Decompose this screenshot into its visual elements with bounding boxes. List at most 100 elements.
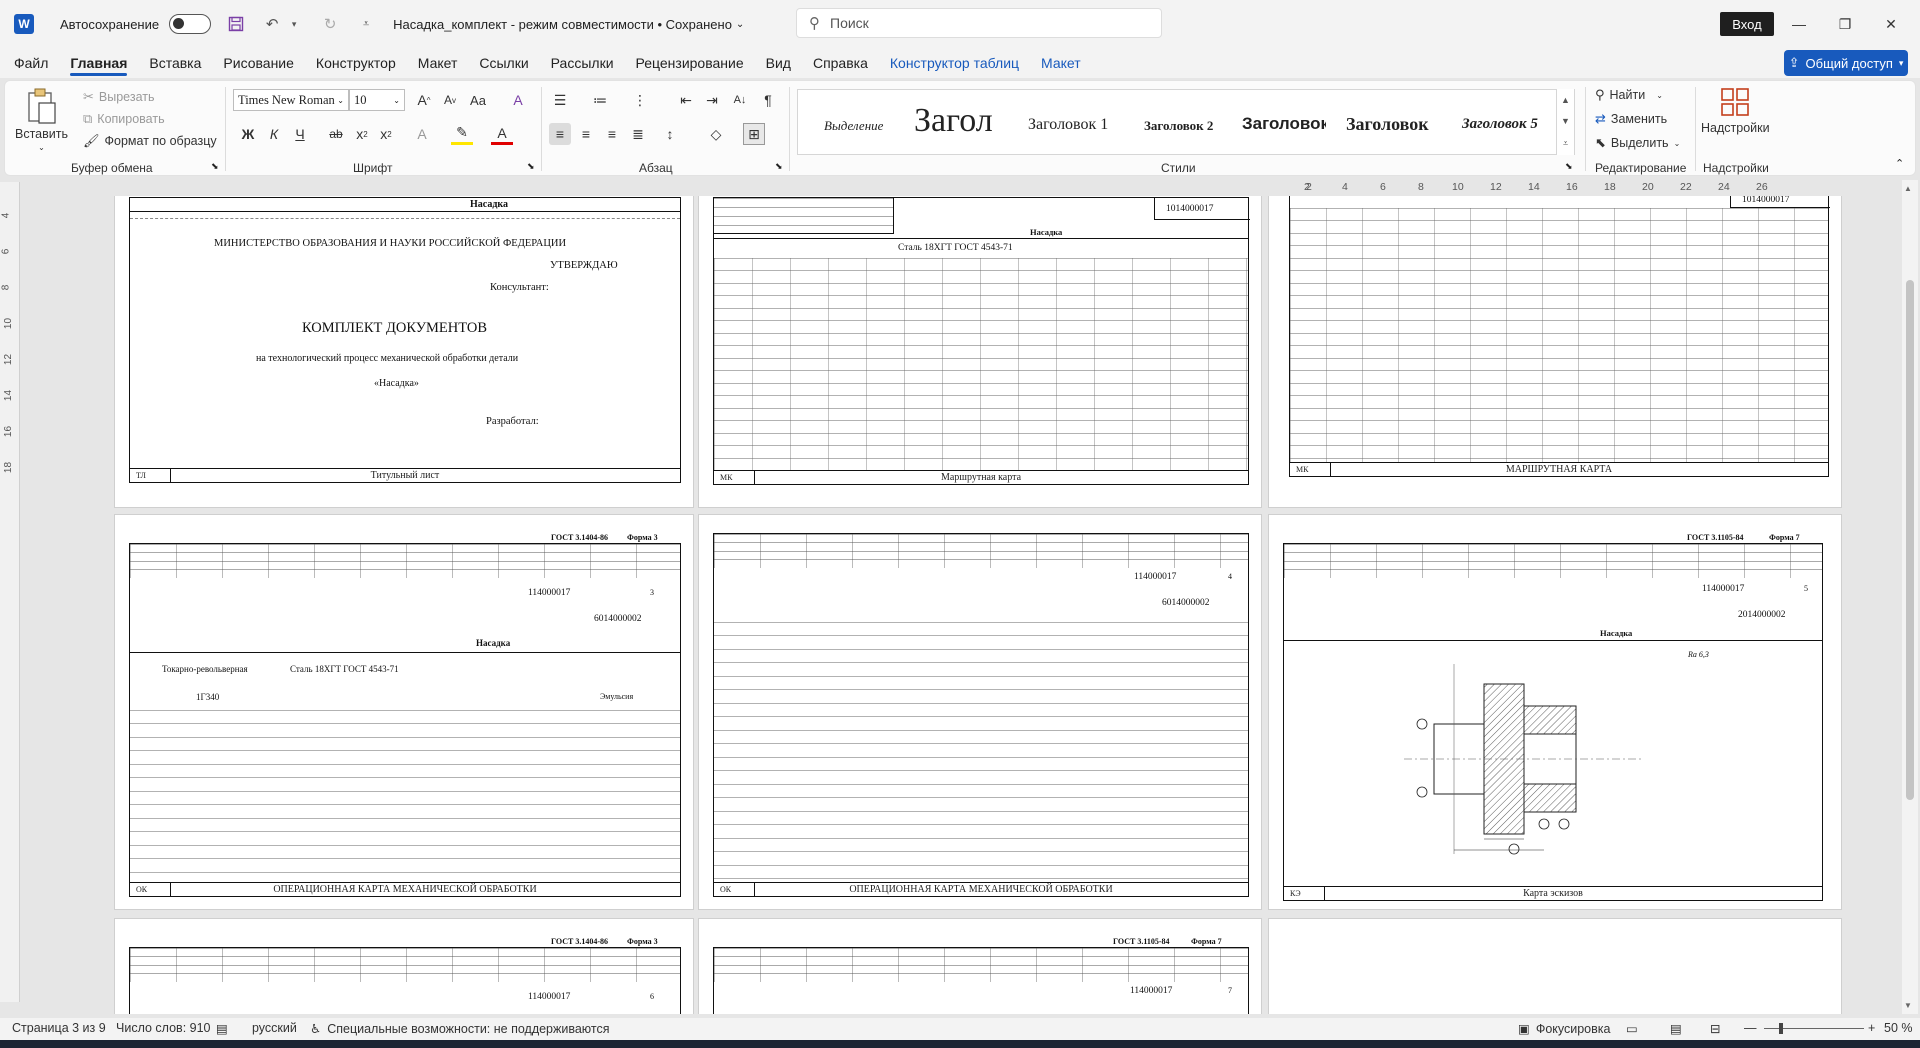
shrink-font-icon[interactable]: Av — [439, 89, 461, 111]
tab-layout[interactable]: Макет — [418, 48, 458, 78]
styles-up-icon[interactable]: ▲ — [1561, 95, 1570, 105]
page-sketch-card[interactable]: ГОСТ 3.1105-84 Форма 7 114000017 5 20140… — [1268, 514, 1842, 910]
tab-mailings[interactable]: Рассылки — [551, 48, 614, 78]
proofing-icon[interactable]: ▤ — [216, 1021, 228, 1036]
find-button[interactable]: ⚲ Найти ⌄ — [1595, 87, 1663, 103]
read-mode-icon[interactable]: ▭ — [1626, 1021, 1638, 1036]
redo-icon[interactable]: ↻ — [319, 13, 341, 35]
format-painter-button[interactable]: 🖌 Формат по образцу — [83, 133, 217, 149]
styles-launcher-icon[interactable]: ⬊ — [1565, 161, 1573, 172]
subscript-icon[interactable]: x2 — [351, 123, 373, 145]
page-route-card[interactable]: 1014000017 Насадка Сталь 18ХГТ ГОСТ 4543… — [698, 196, 1262, 508]
tab-design[interactable]: Конструктор — [316, 48, 396, 78]
highlight-icon[interactable]: ✎ — [451, 123, 473, 145]
align-left-icon[interactable]: ≡ — [549, 123, 571, 145]
numbering-icon[interactable]: ≔ — [589, 89, 611, 111]
undo-icon[interactable]: ↶ — [261, 13, 283, 35]
tab-table-design[interactable]: Конструктор таблиц — [890, 48, 1019, 78]
scroll-down-icon[interactable]: ▼ — [1904, 1001, 1912, 1010]
shading-icon[interactable]: ◇ — [705, 123, 727, 145]
tab-home[interactable]: Главная — [70, 48, 127, 78]
tab-help[interactable]: Справка — [813, 48, 868, 78]
document-canvas[interactable]: Насадка МИНИСТЕРСТВО ОБРАЗОВАНИЯ И НАУКИ… — [20, 196, 1898, 1014]
page-counter[interactable]: Страница 3 из 9 — [12, 1021, 106, 1035]
borders-icon[interactable]: ⊞ — [743, 123, 765, 145]
zoom-level[interactable]: 50 % — [1884, 1021, 1913, 1035]
page-route-card-2[interactable]: 1014000017 МК МАРШРУТНАЯ КАРТА — [1268, 196, 1842, 508]
addins-button[interactable]: Надстройки — [1701, 87, 1770, 135]
print-layout-icon[interactable]: ▤ — [1670, 1021, 1682, 1036]
superscript-icon[interactable]: x2 — [375, 123, 397, 145]
increase-indent-icon[interactable]: ⇥ — [701, 89, 723, 111]
minimize-icon[interactable]: — — [1776, 0, 1822, 48]
select-button[interactable]: ⬉ Выделить ⌄ — [1595, 135, 1680, 151]
autosave-toggle[interactable] — [169, 14, 212, 34]
page-operation-card-2[interactable]: 114000017 4 6014000002 ОК ОПЕРАЦИОННАЯ К… — [698, 514, 1262, 910]
tab-review[interactable]: Рецензирование — [636, 48, 744, 78]
search-input[interactable]: ⚲ Поиск — [796, 8, 1162, 38]
show-marks-icon[interactable]: ¶ — [757, 89, 779, 111]
undo-dropdown-icon[interactable]: ▾ — [283, 13, 305, 35]
sort-icon[interactable]: A↓ — [729, 89, 751, 111]
style-heading-5[interactable]: Заголовок 5 — [1462, 116, 1538, 133]
grow-font-icon[interactable]: A ^ — [413, 89, 435, 111]
page-blank[interactable] — [1268, 918, 1842, 1014]
focus-button[interactable]: ▣ Фокусировка — [1518, 1021, 1610, 1037]
page-operation-card-3[interactable]: ГОСТ 3.1404-86 Форма 3 114000017 6 60140… — [114, 918, 694, 1014]
strikethrough-icon[interactable]: ab — [325, 123, 347, 145]
vertical-scrollbar[interactable]: ▲ ▼ — [1902, 180, 1918, 1014]
bold-icon[interactable]: Ж — [237, 123, 259, 145]
font-size-select[interactable]: 10 ⌄ — [349, 89, 405, 111]
signin-button[interactable]: Вход — [1720, 12, 1774, 36]
align-right-icon[interactable]: ≡ — [601, 123, 623, 145]
tab-insert[interactable]: Вставка — [149, 48, 201, 78]
word-count[interactable]: Число слов: 910 — [116, 1021, 211, 1035]
styles-more-icon[interactable]: ⩡ — [1563, 138, 1568, 149]
restore-icon[interactable]: ❐ — [1822, 0, 1868, 48]
font-name-select[interactable]: Times New Roman ⌄ — [233, 89, 349, 111]
text-effects-icon[interactable]: A — [411, 123, 433, 145]
justify-icon[interactable]: ≣ — [627, 123, 649, 145]
zoom-out-icon[interactable]: — — [1744, 1021, 1757, 1035]
style-heading[interactable]: Заголовок — [1346, 114, 1429, 135]
change-case-icon[interactable]: Aa — [467, 89, 489, 111]
document-title[interactable]: Насадка_комплект - режим совместимости •… — [393, 17, 732, 32]
replace-button[interactable]: ⇄ Заменить — [1595, 111, 1667, 127]
tab-file[interactable]: Файл — [14, 48, 48, 78]
styles-gallery[interactable]: Выделение Загол Заголовок 1 Заголовок 2 … — [797, 89, 1575, 155]
decrease-indent-icon[interactable]: ⇤ — [675, 89, 697, 111]
quick-access-customize-icon[interactable]: ⩡ — [355, 13, 377, 35]
tab-table-layout[interactable]: Макет — [1041, 48, 1081, 78]
italic-icon[interactable]: К — [263, 123, 285, 145]
style-title[interactable]: Загол — [914, 102, 993, 140]
align-center-icon[interactable]: ≡ — [575, 123, 597, 145]
accessibility-status[interactable]: ♿ Специальные возможности: не поддержива… — [310, 1021, 610, 1037]
share-button[interactable]: ⇪ Общий доступ ▾ — [1784, 50, 1908, 76]
style-heading-2[interactable]: Заголовок 2 — [1144, 118, 1213, 134]
zoom-slider[interactable] — [1764, 1023, 1864, 1034]
tab-draw[interactable]: Рисование — [223, 48, 294, 78]
language-indicator[interactable]: русский — [252, 1021, 297, 1035]
page-title-sheet[interactable]: Насадка МИНИСТЕРСТВО ОБРАЗОВАНИЯ И НАУКИ… — [114, 196, 694, 508]
styles-down-icon[interactable]: ▼ — [1561, 116, 1570, 126]
paste-button[interactable]: Вставить ⌄ — [15, 87, 68, 152]
style-emphasis[interactable]: Выделение — [824, 118, 883, 134]
close-icon[interactable]: ✕ — [1868, 0, 1914, 48]
bullets-icon[interactable]: ☰ — [549, 89, 571, 111]
cut-button[interactable]: ✂ Вырезать — [83, 89, 155, 105]
style-heading-3[interactable]: Заголовок 3 — [1242, 114, 1326, 134]
clipboard-launcher-icon[interactable]: ⬊ — [211, 161, 219, 172]
zoom-slider-thumb[interactable] — [1779, 1023, 1783, 1034]
page-sketch-card-2[interactable]: ГОСТ 3.1105-84 Форма 7 114000017 7 — [698, 918, 1262, 1014]
paragraph-launcher-icon[interactable]: ⬊ — [775, 161, 783, 172]
line-spacing-icon[interactable]: ↕ — [659, 123, 681, 145]
title-chevron-down-icon[interactable]: ⌄ — [736, 19, 744, 30]
zoom-in-icon[interactable]: + — [1868, 1021, 1875, 1035]
tab-references[interactable]: Ссылки — [479, 48, 528, 78]
scroll-up-icon[interactable]: ▲ — [1904, 184, 1912, 193]
horizontal-ruler[interactable]: 2 2 4 6 8 10 12 14 16 18 20 22 24 26 — [1264, 180, 1904, 196]
tab-view[interactable]: Вид — [766, 48, 791, 78]
save-icon[interactable] — [225, 13, 247, 35]
vertical-ruler[interactable]: 4 6 8 10 12 14 16 18 — [0, 182, 20, 1002]
collapse-ribbon-icon[interactable]: ⌃ — [1895, 157, 1904, 170]
